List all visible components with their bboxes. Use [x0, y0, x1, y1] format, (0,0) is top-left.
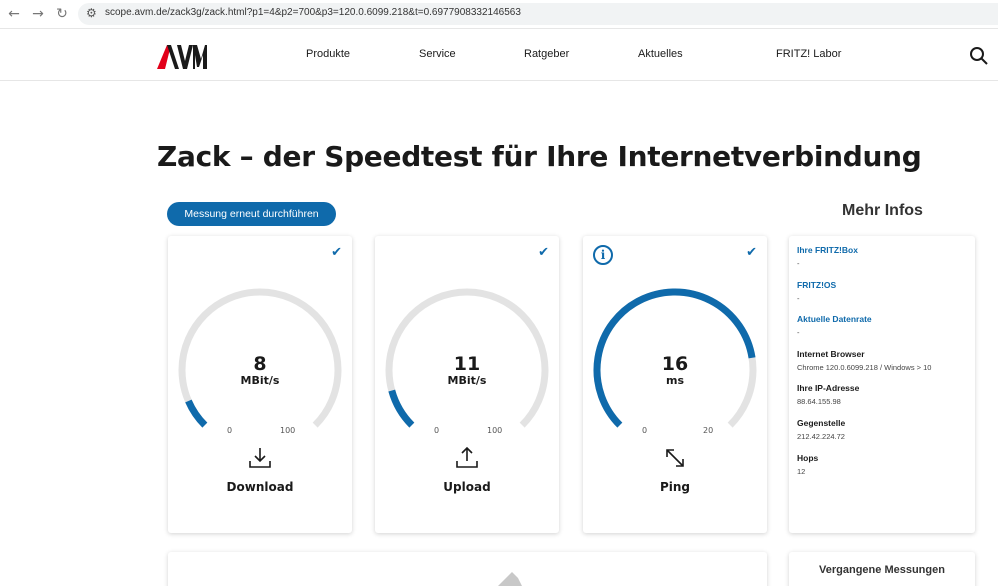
info-row-gegenstelle: Gegenstelle 212.42.224.72 — [797, 418, 967, 453]
past-measurements-card: Vergangene Messungen — [789, 552, 975, 586]
info-row-ip: Ihre IP-Adresse 88.64.155.98 — [797, 383, 967, 418]
search-icon[interactable] — [969, 46, 989, 66]
gauge-max-label: 20 — [703, 426, 714, 435]
upload-unit: MBit/s — [447, 374, 487, 387]
nav-produkte[interactable]: Produkte — [306, 48, 350, 60]
site-header: Produkte Service Ratgeber Aktuelles FRIT… — [0, 30, 998, 81]
chart-peak-shape — [498, 572, 522, 586]
page-title: Zack – der Speedtest für Ihre Internetve… — [157, 140, 922, 173]
more-info-heading: Mehr Infos — [842, 202, 923, 219]
reload-icon[interactable]: ↻ — [54, 6, 70, 22]
check-icon: ✔ — [538, 245, 549, 260]
nav-service[interactable]: Service — [419, 48, 456, 60]
info-label: Hops — [797, 452, 819, 463]
past-measurements-heading[interactable]: Vergangene Messungen — [789, 564, 975, 576]
download-value: 8 — [253, 353, 267, 375]
info-label[interactable]: Aktuelle Datenrate — [797, 314, 967, 324]
history-chart-card — [168, 552, 767, 586]
browser-toolbar: ← → ↻ ⚙ scope.avm.de/zack3g/zack.html?p1… — [0, 0, 998, 29]
gauge-min-label: 0 — [434, 426, 440, 435]
download-card: ✔ 8 MBit/s 0 100 Download — [168, 236, 352, 533]
info-value: 212.42.224.72 — [797, 431, 845, 441]
more-info-card: Ihre FRITZ!Box - FRITZ!OS - Aktuelle Dat… — [789, 236, 975, 533]
info-value: 88.64.155.98 — [797, 397, 841, 407]
forward-icon[interactable]: → — [30, 6, 46, 22]
download-icon — [249, 448, 271, 468]
gauge-max-label: 100 — [487, 426, 503, 435]
info-label: Internet Browser — [797, 348, 865, 359]
info-icon[interactable]: i — [593, 245, 613, 265]
info-label: Gegenstelle — [797, 417, 846, 428]
info-value: - — [797, 293, 800, 303]
gauge-min-label: 0 — [227, 426, 233, 435]
url-text: scope.avm.de/zack3g/zack.html?p1=4&p2=70… — [105, 7, 521, 18]
info-row-fritzos: FRITZ!OS - — [797, 280, 967, 315]
site-settings-icon[interactable]: ⚙ — [86, 6, 97, 20]
ping-unit: ms — [665, 374, 684, 387]
upload-label: Upload — [443, 480, 491, 494]
back-icon[interactable]: ← — [6, 6, 22, 22]
check-icon: ✔ — [746, 245, 757, 260]
check-icon: ✔ — [331, 245, 342, 260]
rerun-measurement-button[interactable]: Messung erneut durchführen — [167, 202, 336, 226]
upload-icon — [456, 446, 478, 468]
nav-fritz-labor[interactable]: FRITZ! Labor — [776, 48, 841, 60]
info-value: - — [797, 328, 800, 338]
info-label[interactable]: FRITZ!OS — [797, 280, 967, 290]
ping-label: Ping — [659, 480, 691, 494]
resize-arrows-icon — [666, 449, 684, 467]
nav-ratgeber[interactable]: Ratgeber — [524, 48, 569, 60]
upload-card: ✔ 11 MBit/s 0 100 Upload — [375, 236, 559, 533]
address-bar[interactable]: ⚙ scope.avm.de/zack3g/zack.html?p1=4&p2=… — [78, 3, 998, 25]
avm-logo[interactable] — [157, 41, 207, 71]
info-row-fritzbox: Ihre FRITZ!Box - — [797, 245, 967, 280]
nav-aktuelles[interactable]: Aktuelles — [638, 48, 683, 60]
info-row-datenrate: Aktuelle Datenrate - — [797, 314, 967, 349]
gauge-fill — [388, 389, 415, 428]
download-unit: MBit/s — [240, 374, 280, 387]
info-value: Chrome 120.0.6099.218 / Windows > 10 — [797, 362, 932, 372]
info-value: 12 — [797, 466, 806, 476]
gauge-max-label: 100 — [280, 426, 296, 435]
info-row-browser: Internet Browser Chrome 120.0.6099.218 /… — [797, 349, 967, 384]
info-label[interactable]: Ihre FRITZ!Box — [797, 245, 967, 255]
gauge-fill — [185, 399, 208, 428]
info-value: - — [797, 259, 800, 268]
ping-value: 16 — [661, 353, 689, 375]
info-label: Ihre IP-Adresse — [797, 383, 860, 394]
download-label: Download — [226, 480, 294, 494]
upload-value: 11 — [453, 353, 481, 375]
ping-card: i ✔ 16 ms 0 20 Ping — [583, 236, 767, 533]
gauge-min-label: 0 — [642, 426, 648, 435]
info-row-hops: Hops 12 — [797, 453, 967, 488]
